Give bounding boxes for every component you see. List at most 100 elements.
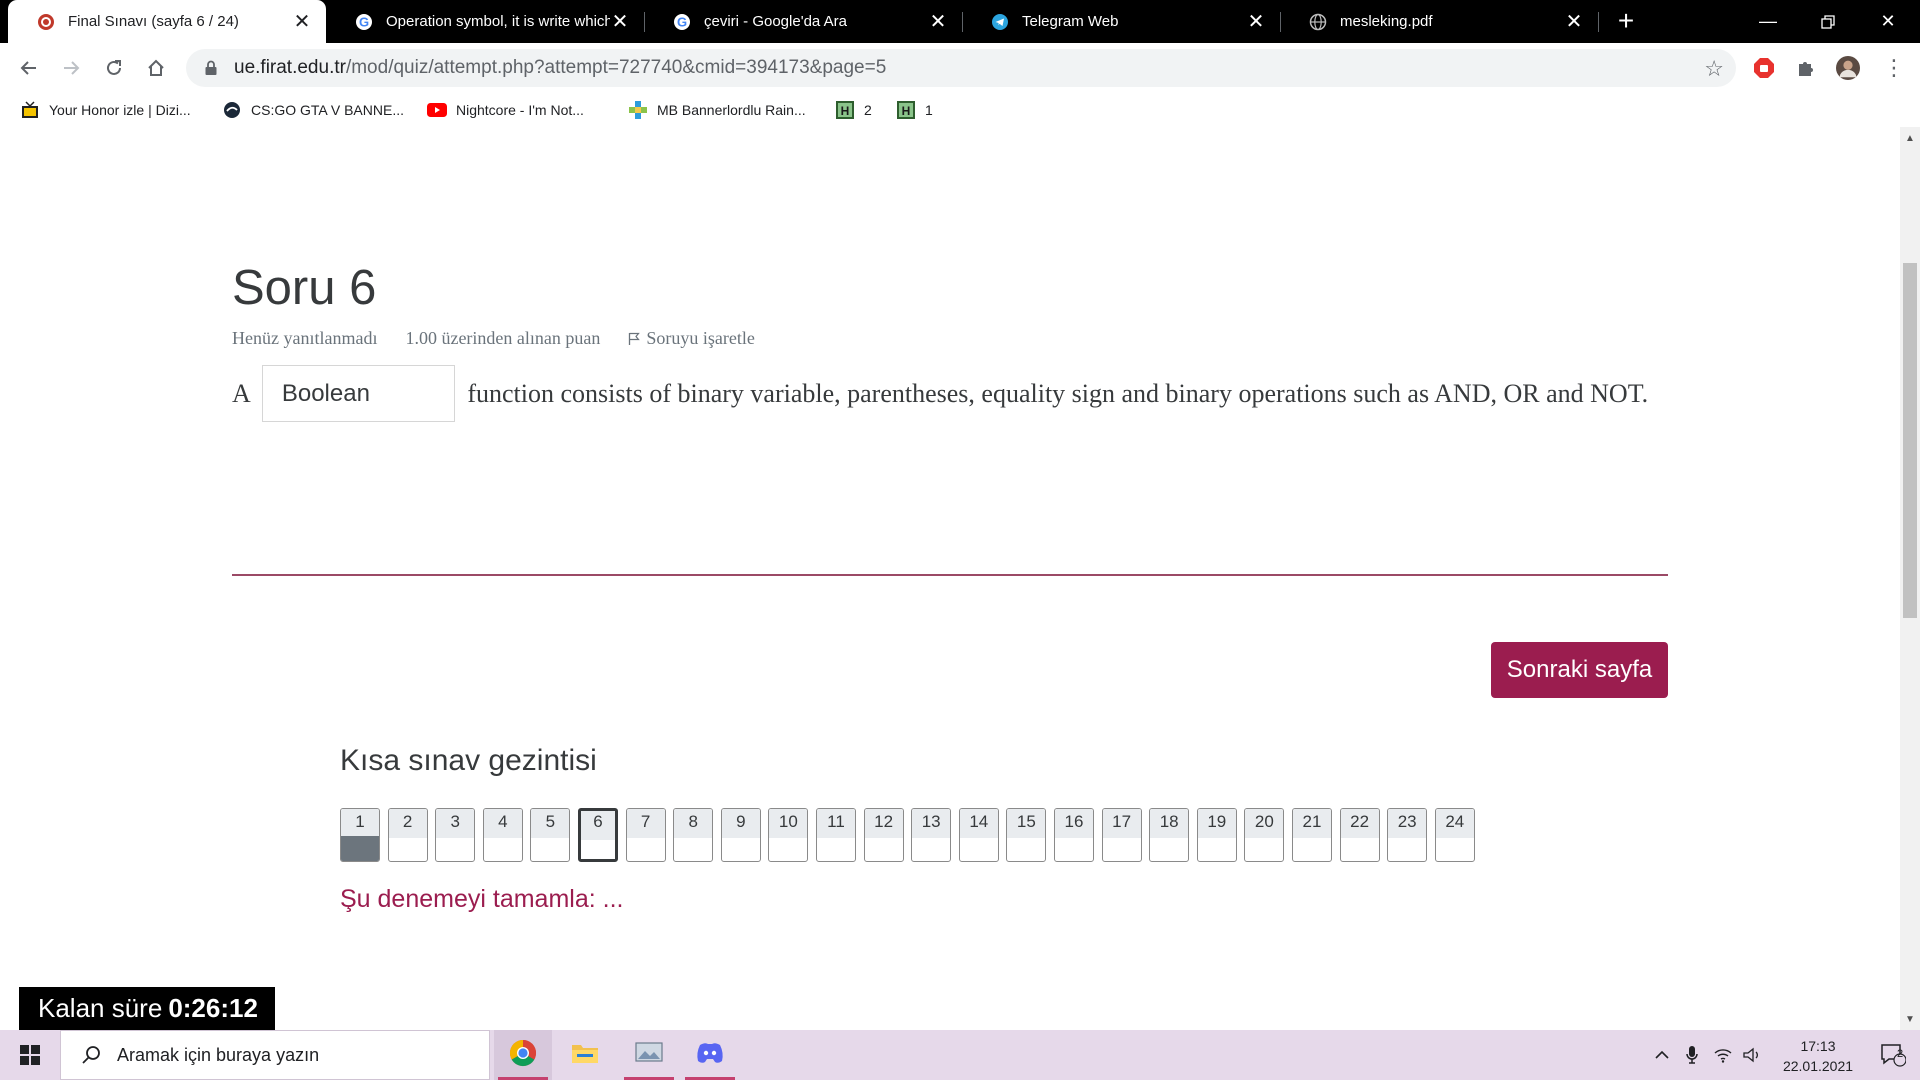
network-wifi-icon[interactable] bbox=[1710, 1030, 1736, 1080]
quiz-nav-button-18[interactable]: 18 bbox=[1149, 808, 1190, 862]
windows-start-icon[interactable] bbox=[0, 1030, 60, 1080]
tab-operation-symbol[interactable]: G Operation symbol, it is write which o … bbox=[326, 0, 644, 43]
close-icon[interactable]: ✕ bbox=[610, 12, 630, 32]
answered-indicator bbox=[341, 836, 379, 861]
bookmark-nightcore[interactable]: Nightcore - I'm Not... bbox=[427, 99, 584, 121]
close-icon[interactable]: ✕ bbox=[1564, 12, 1584, 32]
tab-title: çeviri - Google'da Ara bbox=[704, 13, 847, 30]
menu-kebab-icon[interactable]: ⋮ bbox=[1882, 55, 1906, 80]
csgo-icon bbox=[222, 100, 242, 120]
close-window-button[interactable]: ✕ bbox=[1858, 0, 1918, 43]
notification-count: 2 bbox=[1897, 1048, 1904, 1060]
tab-strip: Final Sınavı (sayfa 6 / 24) ✕ G Operatio… bbox=[0, 0, 1920, 43]
taskbar-chrome[interactable] bbox=[494, 1030, 552, 1080]
quiz-nav-button-5[interactable]: 5 bbox=[530, 808, 571, 862]
scroll-down-arrow-icon[interactable]: ▼ bbox=[1900, 1014, 1920, 1028]
profile-avatar[interactable] bbox=[1836, 56, 1860, 80]
quiz-nav-button-12[interactable]: 12 bbox=[863, 808, 904, 862]
restore-button[interactable] bbox=[1798, 0, 1858, 43]
quiz-nav-number: 10 bbox=[778, 812, 798, 831]
address-bar[interactable]: ue.firat.edu.tr/mod/quiz/attempt.php?att… bbox=[186, 49, 1736, 87]
quiz-nav-button-15[interactable]: 15 bbox=[1006, 808, 1047, 862]
system-clock[interactable]: 17:13 22.01.2021 bbox=[1763, 1036, 1873, 1076]
bookmark-h-1[interactable]: H 1 bbox=[896, 99, 933, 121]
home-icon[interactable] bbox=[141, 53, 171, 83]
quiz-nav-button-19[interactable]: 19 bbox=[1196, 808, 1237, 862]
quiz-nav-button-17[interactable]: 17 bbox=[1101, 808, 1142, 862]
quiz-navigation-title: Kısa sınav gezintisi bbox=[340, 744, 597, 777]
clock-date: 22.01.2021 bbox=[1782, 1058, 1854, 1074]
quiz-nav-number: 8 bbox=[688, 812, 698, 831]
question-text-after: function consists of binary variable, pa… bbox=[467, 379, 1649, 408]
bookmark-mb-bannerlord[interactable]: MB Bannerlordlu Rain... bbox=[628, 99, 806, 121]
question-divider bbox=[232, 574, 1668, 576]
taskbar-photos[interactable] bbox=[620, 1030, 678, 1080]
scroll-up-arrow-icon[interactable]: ▲ bbox=[1900, 133, 1920, 147]
quiz-nav-button-7[interactable]: 7 bbox=[625, 808, 666, 862]
quiz-nav-button-9[interactable]: 9 bbox=[720, 808, 761, 862]
tab-title: Final Sınavı (sayfa 6 / 24) bbox=[68, 13, 239, 30]
volume-icon[interactable] bbox=[1740, 1030, 1764, 1080]
bookmark-csgo[interactable]: CS:GO GTA V BANNE... bbox=[222, 99, 404, 121]
forward-icon[interactable] bbox=[56, 53, 86, 83]
svg-text:G: G bbox=[677, 14, 687, 29]
tab-mesleking-pdf[interactable]: mesleking.pdf ✕ bbox=[1280, 0, 1598, 43]
back-icon[interactable] bbox=[14, 53, 44, 83]
answer-input[interactable]: Boolean bbox=[261, 364, 455, 422]
tab-final-sinavi[interactable]: Final Sınavı (sayfa 6 / 24) ✕ bbox=[8, 0, 326, 43]
next-page-button[interactable]: Sonraki sayfa bbox=[1491, 642, 1668, 698]
tab-ceviri[interactable]: G çeviri - Google'da Ara ✕ bbox=[644, 0, 962, 43]
flag-question-link[interactable]: Soruyu işaretle bbox=[628, 328, 782, 349]
close-icon[interactable]: ✕ bbox=[928, 12, 948, 32]
quiz-nav-number: 19 bbox=[1207, 812, 1227, 831]
question-status: Henüz yanıtlanmadı bbox=[232, 328, 378, 348]
reload-icon[interactable] bbox=[99, 53, 129, 83]
lock-icon[interactable] bbox=[202, 59, 220, 77]
new-tab-button[interactable]: + bbox=[1611, 6, 1641, 36]
notification-center-icon[interactable]: 2 bbox=[1866, 1030, 1920, 1080]
svg-text:G: G bbox=[359, 14, 369, 29]
quiz-nav-button-20[interactable]: 20 bbox=[1244, 808, 1285, 862]
google-icon: G bbox=[354, 12, 374, 32]
quiz-nav-button-10[interactable]: 10 bbox=[768, 808, 809, 862]
quiz-nav-button-8[interactable]: 8 bbox=[673, 808, 714, 862]
quiz-nav-number: 15 bbox=[1016, 812, 1036, 831]
quiz-nav-button-6[interactable]: 6 bbox=[578, 808, 618, 862]
finish-attempt-link[interactable]: Şu denemeyi tamamla: ... bbox=[340, 885, 623, 914]
taskbar-discord[interactable] bbox=[681, 1030, 739, 1080]
question-title: Soru 6 bbox=[232, 261, 377, 315]
bookmark-h-2[interactable]: H 2 bbox=[835, 99, 872, 121]
quiz-nav-button-22[interactable]: 22 bbox=[1339, 808, 1380, 862]
quiz-nav-button-11[interactable]: 11 bbox=[816, 808, 856, 862]
quiz-nav-button-14[interactable]: 14 bbox=[958, 808, 999, 862]
flag-icon bbox=[628, 332, 641, 346]
scroll-thumb[interactable] bbox=[1903, 263, 1917, 618]
minimize-button[interactable]: — bbox=[1738, 0, 1798, 43]
quiz-nav-number: 12 bbox=[874, 812, 894, 831]
taskbar-search[interactable]: Aramak için buraya yazın bbox=[60, 1030, 490, 1080]
quiz-nav-button-2[interactable]: 2 bbox=[387, 808, 428, 862]
taskbar-file-explorer[interactable] bbox=[556, 1030, 614, 1080]
bookmark-star-icon[interactable]: ☆ bbox=[1704, 56, 1724, 82]
quiz-nav-button-23[interactable]: 23 bbox=[1387, 808, 1428, 862]
extensions-puzzle-icon[interactable] bbox=[1794, 56, 1818, 80]
page-scrollbar[interactable]: ▲ ▼ bbox=[1900, 127, 1920, 1030]
browser-toolbar: ue.firat.edu.tr/mod/quiz/attempt.php?att… bbox=[0, 43, 1920, 93]
quiz-nav-button-13[interactable]: 13 bbox=[911, 808, 952, 862]
microphone-icon[interactable] bbox=[1680, 1030, 1704, 1080]
quiz-nav-button-1[interactable]: 1 bbox=[340, 808, 380, 862]
quiz-nav-button-24[interactable]: 24 bbox=[1434, 808, 1475, 862]
plus-icon bbox=[628, 100, 648, 120]
quiz-nav-button-3[interactable]: 3 bbox=[435, 808, 476, 862]
quiz-nav-button-21[interactable]: 21 bbox=[1292, 808, 1332, 862]
show-hidden-icons-chevron-up-icon[interactable] bbox=[1650, 1030, 1674, 1080]
close-icon[interactable]: ✕ bbox=[1246, 12, 1266, 32]
tab-telegram[interactable]: Telegram Web ✕ bbox=[962, 0, 1280, 43]
quiz-nav-button-16[interactable]: 16 bbox=[1054, 808, 1094, 862]
quiz-nav-number: 6 bbox=[593, 812, 603, 831]
bookmark-your-honor[interactable]: Your Honor izle | Dizi... bbox=[20, 99, 191, 121]
adblock-extension-icon[interactable] bbox=[1752, 56, 1776, 80]
quiz-nav-number: 7 bbox=[640, 812, 651, 831]
close-icon[interactable]: ✕ bbox=[292, 12, 312, 32]
quiz-nav-button-4[interactable]: 4 bbox=[482, 808, 523, 862]
